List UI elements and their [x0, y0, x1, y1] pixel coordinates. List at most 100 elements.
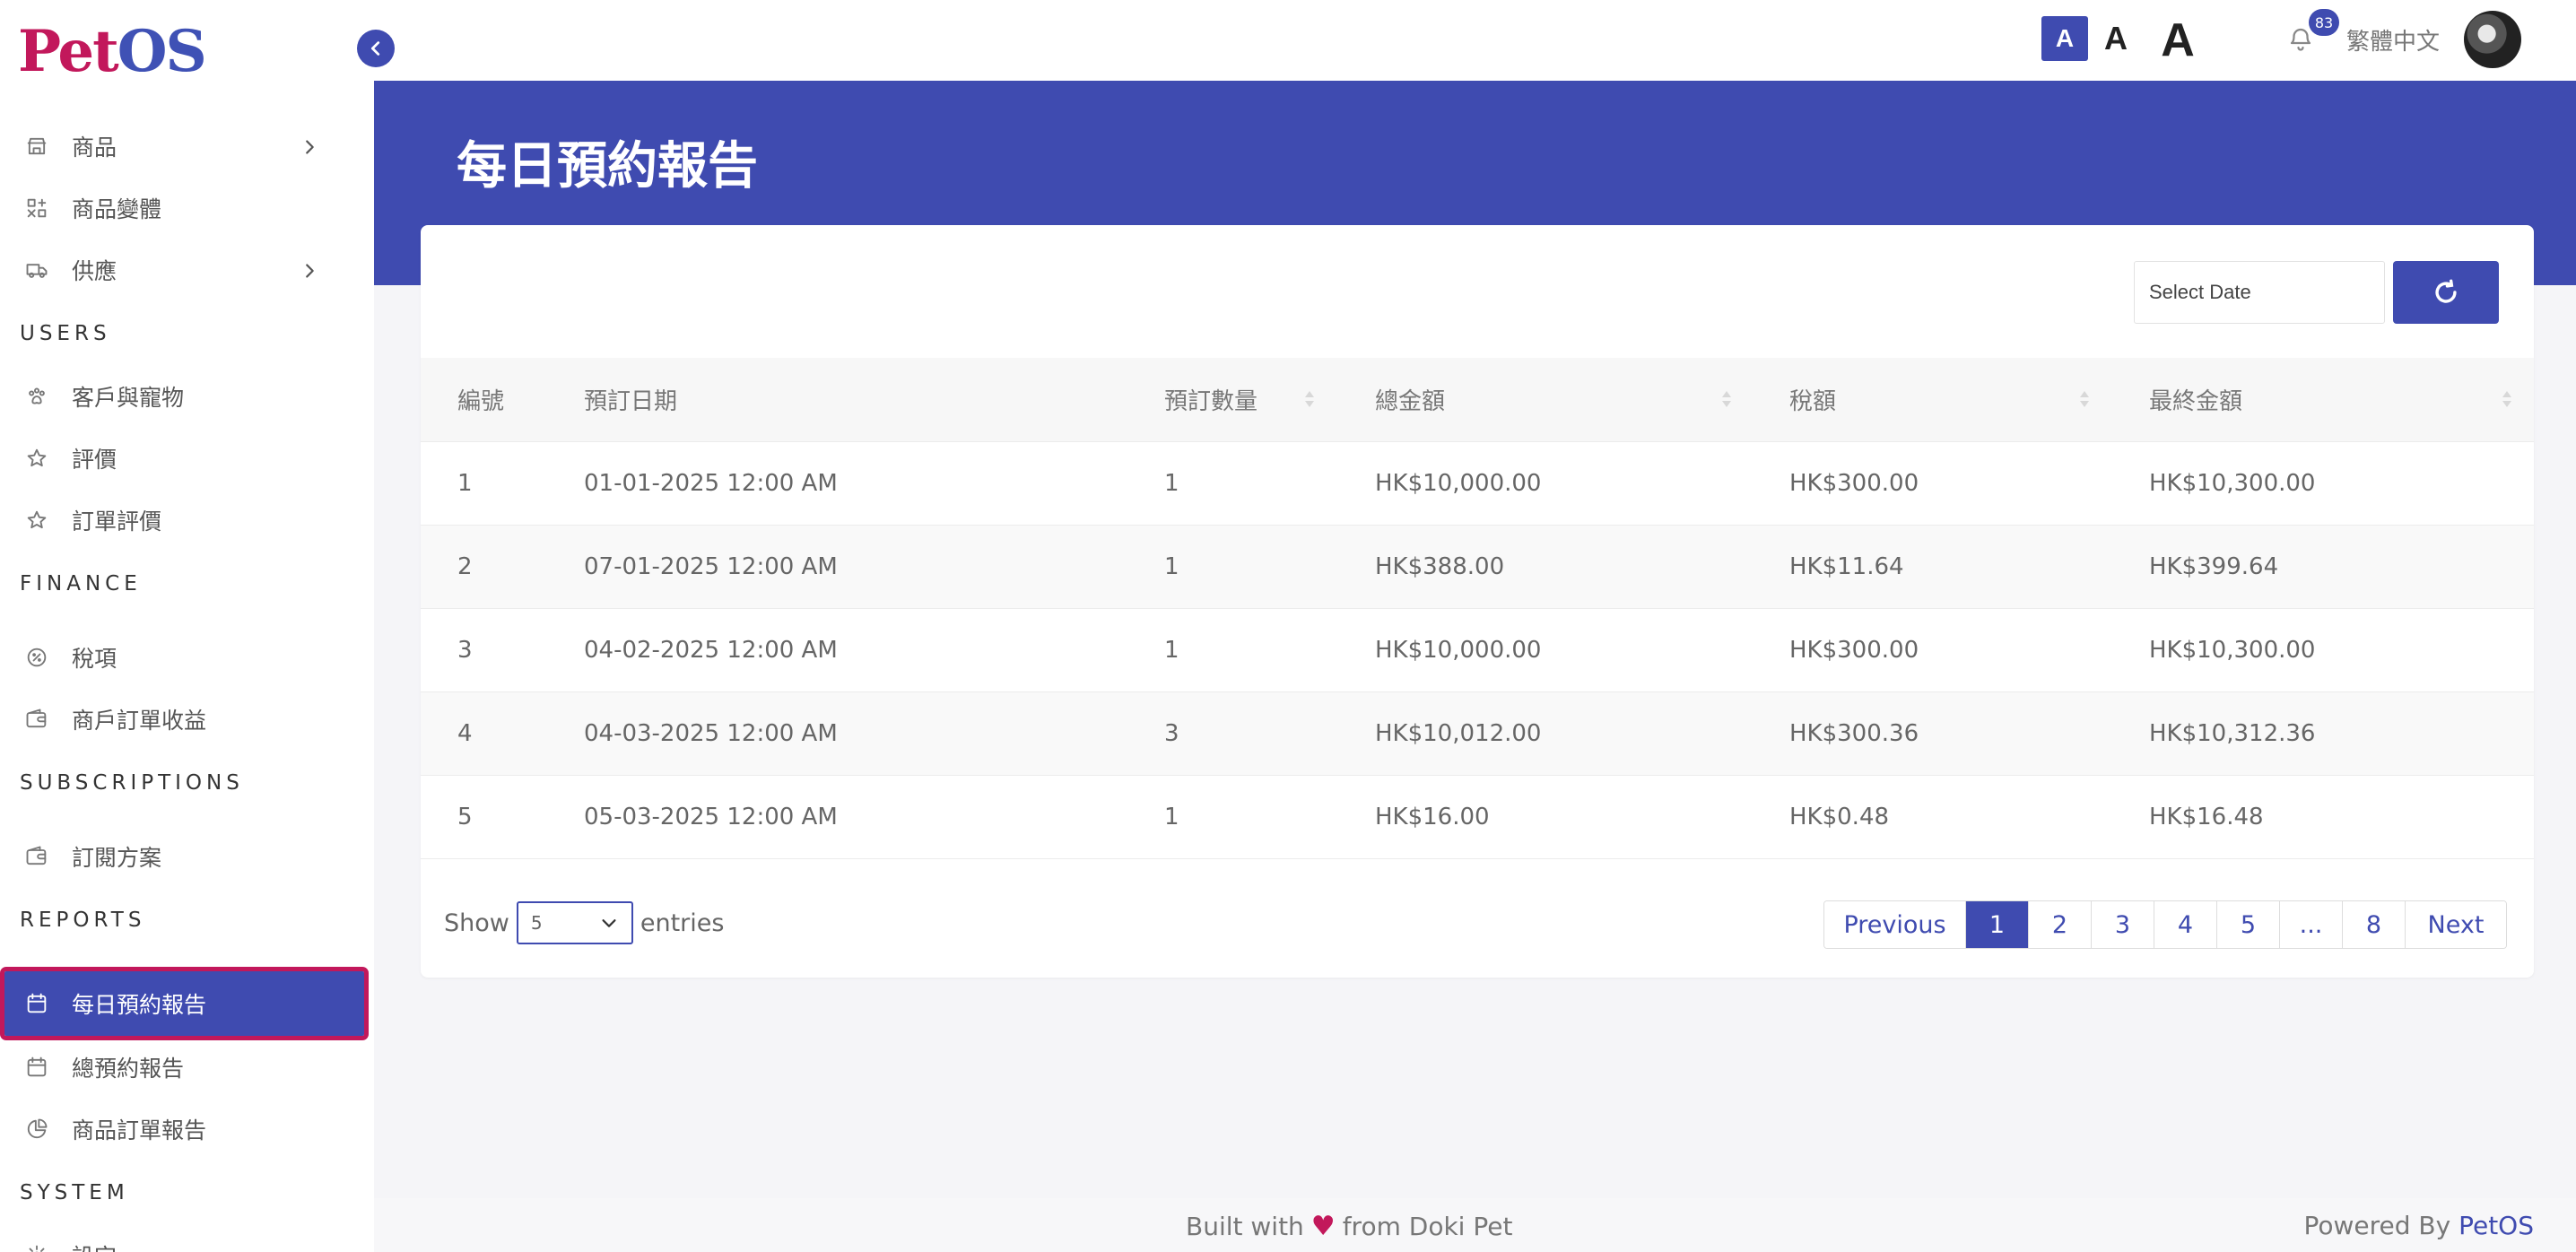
collapse-sidebar-button[interactable]	[357, 30, 395, 67]
sidebar-item-order-reviews[interactable]: 訂單評價	[0, 489, 374, 551]
table-cell: HK$10,300.00	[2149, 636, 2316, 664]
sidebar: Pet OS 商品商品變體供應 USERS 客戶與寵物評價訂單評價 FINANCE 稅項商…	[0, 0, 374, 1252]
footer-powered-by: Powered By PetOS	[2303, 1211, 2534, 1240]
pagination-page-button[interactable]: 3	[2092, 901, 2154, 948]
pagination-next-button[interactable]: Next	[2406, 901, 2506, 948]
table-cell: HK$300.36	[1789, 719, 1919, 747]
pagination-page-button[interactable]: 8	[2343, 901, 2406, 948]
footer-brand-link[interactable]: PetOS	[2459, 1211, 2534, 1240]
pagination-page-button[interactable]: 4	[2154, 901, 2217, 948]
sidebar-item-settings[interactable]: 設定	[0, 1224, 374, 1252]
pagination-page-button[interactable]: 1	[1966, 901, 2029, 948]
footer: Built with ♥ from Doki Pet Powered By Pe…	[374, 1198, 2576, 1252]
sidebar-item-subscription-plans[interactable]: 訂閱方案	[0, 825, 374, 887]
pagination-page-button[interactable]: ...	[2280, 901, 2343, 948]
footer-built-prefix: Built with	[1186, 1212, 1304, 1241]
sidebar-item-merchant-revenue[interactable]: 商戶訂單收益	[0, 688, 374, 750]
wallet-icon	[24, 844, 49, 869]
report-card: 編號 預訂日期 預訂數量 總金額 稅額 最終金額 1 01-01-2025 12:…	[421, 225, 2534, 978]
sidebar-item-label: 客戶與寵物	[72, 384, 185, 411]
footer-built-suffix: from Doki Pet	[1342, 1212, 1513, 1241]
refresh-icon	[2435, 279, 2457, 303]
column-header-tax[interactable]: 稅額	[1789, 358, 2149, 441]
gear-icon	[24, 1243, 49, 1252]
sidebar-section-finance: FINANCE	[20, 572, 142, 596]
pie-chart-icon	[24, 1117, 49, 1142]
refresh-button[interactable]	[2393, 261, 2499, 324]
sort-icon	[2080, 391, 2089, 408]
column-header-final-amount[interactable]: 最終金額	[2149, 358, 2534, 441]
notification-badge: 83	[2309, 9, 2339, 36]
column-header-quantity[interactable]: 預訂數量	[1164, 358, 1375, 441]
sidebar-item-reviews[interactable]: 評價	[0, 427, 374, 489]
sidebar-section-users: USERS	[20, 322, 111, 345]
sidebar-item-label: 評價	[72, 446, 117, 473]
sidebar-item-label: 商品訂單報告	[72, 1117, 207, 1143]
table-cell: 04-03-2025 12:00 AM	[584, 719, 838, 747]
table-row: 4 04-03-2025 12:00 AM 3 HK$10,012.00 HK$300.…	[421, 691, 2534, 775]
sidebar-section-subscriptions: SUBSCRIPTIONS	[20, 771, 244, 795]
sidebar-item-label: 稅項	[72, 645, 117, 672]
sort-icon	[1722, 391, 1731, 408]
sidebar-item-products[interactable]: 商品	[0, 115, 374, 177]
logo-part-pet: Pet	[18, 18, 119, 85]
table-cell: 1	[457, 469, 473, 497]
column-header-id[interactable]: 編號	[421, 358, 584, 441]
sidebar-item-supply[interactable]: 供應	[0, 239, 374, 300]
font-size-large-button[interactable]: A	[2145, 14, 2210, 66]
font-size-small-button[interactable]: A	[2041, 16, 2088, 61]
sidebar-section-system: SYSTEM	[20, 1181, 129, 1204]
table-cell: HK$10,000.00	[1375, 636, 1542, 664]
table-cell: HK$11.64	[1789, 552, 1904, 580]
table-cell: 3	[457, 636, 473, 664]
entries-per-page-select[interactable]: 5	[516, 901, 633, 944]
booking-report-table: 編號 預訂日期 預訂數量 總金額 稅額 最終金額 1 01-01-2025 12:…	[421, 358, 2534, 859]
table-cell: 1	[1164, 469, 1179, 497]
table-cell: HK$399.64	[2149, 552, 2279, 580]
wallet-icon	[24, 707, 49, 732]
column-header-quantity-label: 預訂數量	[1164, 387, 1258, 415]
font-size-medium-button[interactable]: A	[2093, 16, 2139, 61]
table-cell: 01-01-2025 12:00 AM	[584, 469, 838, 497]
sidebar-item-product-order-report[interactable]: 商品訂單報告	[0, 1098, 374, 1160]
sidebar-item-product-variants[interactable]: 商品變體	[0, 177, 374, 239]
sidebar-item-daily-booking-report[interactable]: 每日預約報告	[0, 967, 369, 1040]
table-cell: HK$388.00	[1375, 552, 1505, 580]
date-picker-input[interactable]	[2134, 261, 2385, 324]
footer-powered-prefix: Powered By	[2303, 1211, 2451, 1240]
table-cell: 07-01-2025 12:00 AM	[584, 552, 838, 580]
table-cell: HK$0.48	[1789, 803, 1890, 830]
sidebar-item-total-booking-report[interactable]: 總預約報告	[0, 1036, 374, 1098]
sidebar-item-label: 商品變體	[72, 196, 162, 222]
column-header-tax-label: 稅額	[1789, 387, 1837, 415]
table-cell: HK$16.00	[1375, 803, 1490, 830]
table-cell: 5	[457, 803, 473, 830]
pagination-previous-button[interactable]: Previous	[1824, 901, 1966, 948]
table-cell: 04-02-2025 12:00 AM	[584, 636, 838, 664]
column-header-total-amount[interactable]: 總金額	[1375, 358, 1789, 441]
sort-icon	[2502, 391, 2511, 408]
pagination-page-button[interactable]: 2	[2029, 901, 2092, 948]
chevron-right-icon	[300, 260, 319, 280]
logo[interactable]: Pet OS	[18, 18, 207, 85]
table-cell: 2	[457, 552, 473, 580]
table-cell: 4	[457, 719, 473, 747]
pagination-page-button[interactable]: 5	[2217, 901, 2280, 948]
sidebar-item-label: 訂閱方案	[72, 844, 162, 871]
sidebar-item-label: 商戶訂單收益	[72, 707, 207, 734]
table-cell: 1	[1164, 552, 1179, 580]
language-selector[interactable]: 繁體中文	[2346, 23, 2440, 57]
truck-icon	[24, 257, 49, 283]
avatar[interactable]	[2464, 11, 2521, 68]
paw-icon	[24, 384, 49, 409]
sidebar-section-reports: REPORTS	[20, 909, 146, 932]
table-row: 5 05-03-2025 12:00 AM 1 HK$16.00 HK$0.48 HK$1…	[421, 775, 2534, 858]
table-cell: 1	[1164, 636, 1179, 664]
footer-credit: Built with ♥ from Doki Pet	[1186, 1211, 1512, 1242]
sidebar-item-label: 訂單評價	[72, 508, 162, 535]
show-label: Show	[444, 909, 509, 937]
sidebar-item-customers-pets[interactable]: 客戶與寵物	[0, 365, 374, 427]
sidebar-item-label: 總預約報告	[72, 1055, 185, 1082]
column-header-booking-date[interactable]: 預訂日期	[584, 358, 1164, 441]
sidebar-item-tax[interactable]: 稅項	[0, 626, 374, 688]
